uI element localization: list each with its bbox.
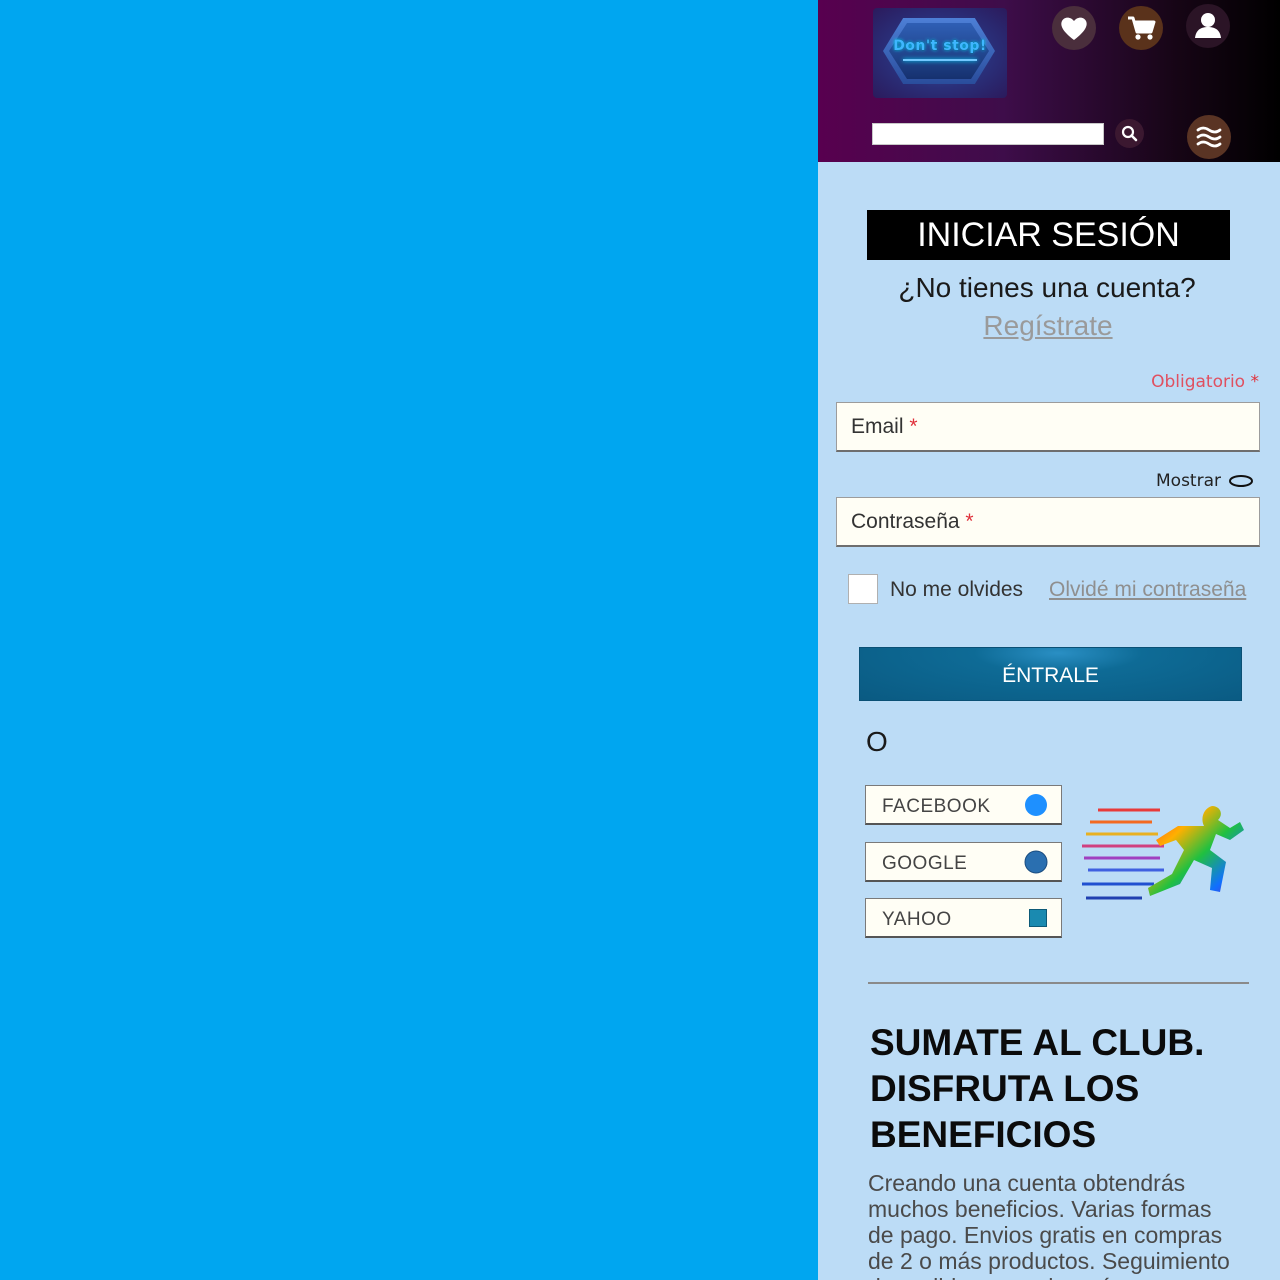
password-label: Contraseña * <box>851 510 974 533</box>
heart-icon <box>1061 17 1087 40</box>
club-description: Creando una cuenta obtendrás muchos bene… <box>868 1170 1230 1280</box>
email-field[interactable]: Email * <box>836 402 1260 452</box>
show-label: Mostrar <box>1156 471 1221 491</box>
required-asterisk: * <box>909 415 918 438</box>
facebook-button[interactable]: FACEBOOK <box>865 785 1062 825</box>
user-icon <box>1195 13 1221 38</box>
remember-checkbox[interactable] <box>848 574 878 604</box>
google-icon <box>1024 850 1048 874</box>
show-password-toggle[interactable]: Mostrar <box>1156 469 1260 493</box>
login-title: INICIAR SESIÓN <box>867 210 1230 260</box>
yahoo-icon <box>1029 909 1047 927</box>
club-title: SUMATE AL CLUB. DISFRUTA LOS BENEFICIOS <box>870 1022 1205 1155</box>
submit-button[interactable]: ÉNTRALE <box>859 647 1242 701</box>
forgot-password-link[interactable]: Olvidé mi contraseña <box>1049 578 1246 602</box>
menu-icon <box>1196 126 1222 148</box>
logo-text: Don't stop! <box>893 38 987 54</box>
email-label: Email * <box>851 415 918 438</box>
facebook-icon <box>1025 794 1047 816</box>
required-asterisk: * <box>1250 372 1260 392</box>
search-icon <box>1121 125 1138 142</box>
yahoo-label: YAHOO <box>882 909 952 930</box>
google-label: GOOGLE <box>882 853 968 874</box>
section-divider <box>868 982 1249 984</box>
facebook-label: FACEBOOK <box>882 796 991 817</box>
site-logo[interactable]: Don't stop! <box>873 8 1007 98</box>
required-note: Obligatorio * <box>1151 372 1260 392</box>
or-separator: O <box>866 726 888 757</box>
wishlist-button[interactable] <box>1052 6 1096 50</box>
google-button[interactable]: GOOGLE <box>865 842 1062 882</box>
runner-illustration <box>1082 806 1244 900</box>
register-link[interactable]: Regístrate <box>818 310 1278 342</box>
search-input[interactable] <box>872 123 1104 145</box>
eye-icon <box>1229 475 1253 487</box>
menu-button[interactable] <box>1187 115 1231 159</box>
login-panel: Don't stop! INICIAR SESIÓN ¿No tienes un… <box>818 0 1280 1280</box>
cart-button[interactable] <box>1119 6 1163 50</box>
required-asterisk: * <box>965 510 974 533</box>
no-account-text: ¿No tienes una cuenta? <box>898 272 1196 303</box>
password-field[interactable]: Contraseña * <box>836 497 1260 547</box>
site-header: Don't stop! <box>818 0 1280 162</box>
cart-icon <box>1128 16 1156 40</box>
search-button[interactable] <box>1115 119 1144 148</box>
background-area <box>0 0 818 1280</box>
account-button[interactable] <box>1186 4 1230 48</box>
yahoo-button[interactable]: YAHOO <box>865 898 1062 938</box>
remember-label: No me olvides <box>890 578 1024 601</box>
